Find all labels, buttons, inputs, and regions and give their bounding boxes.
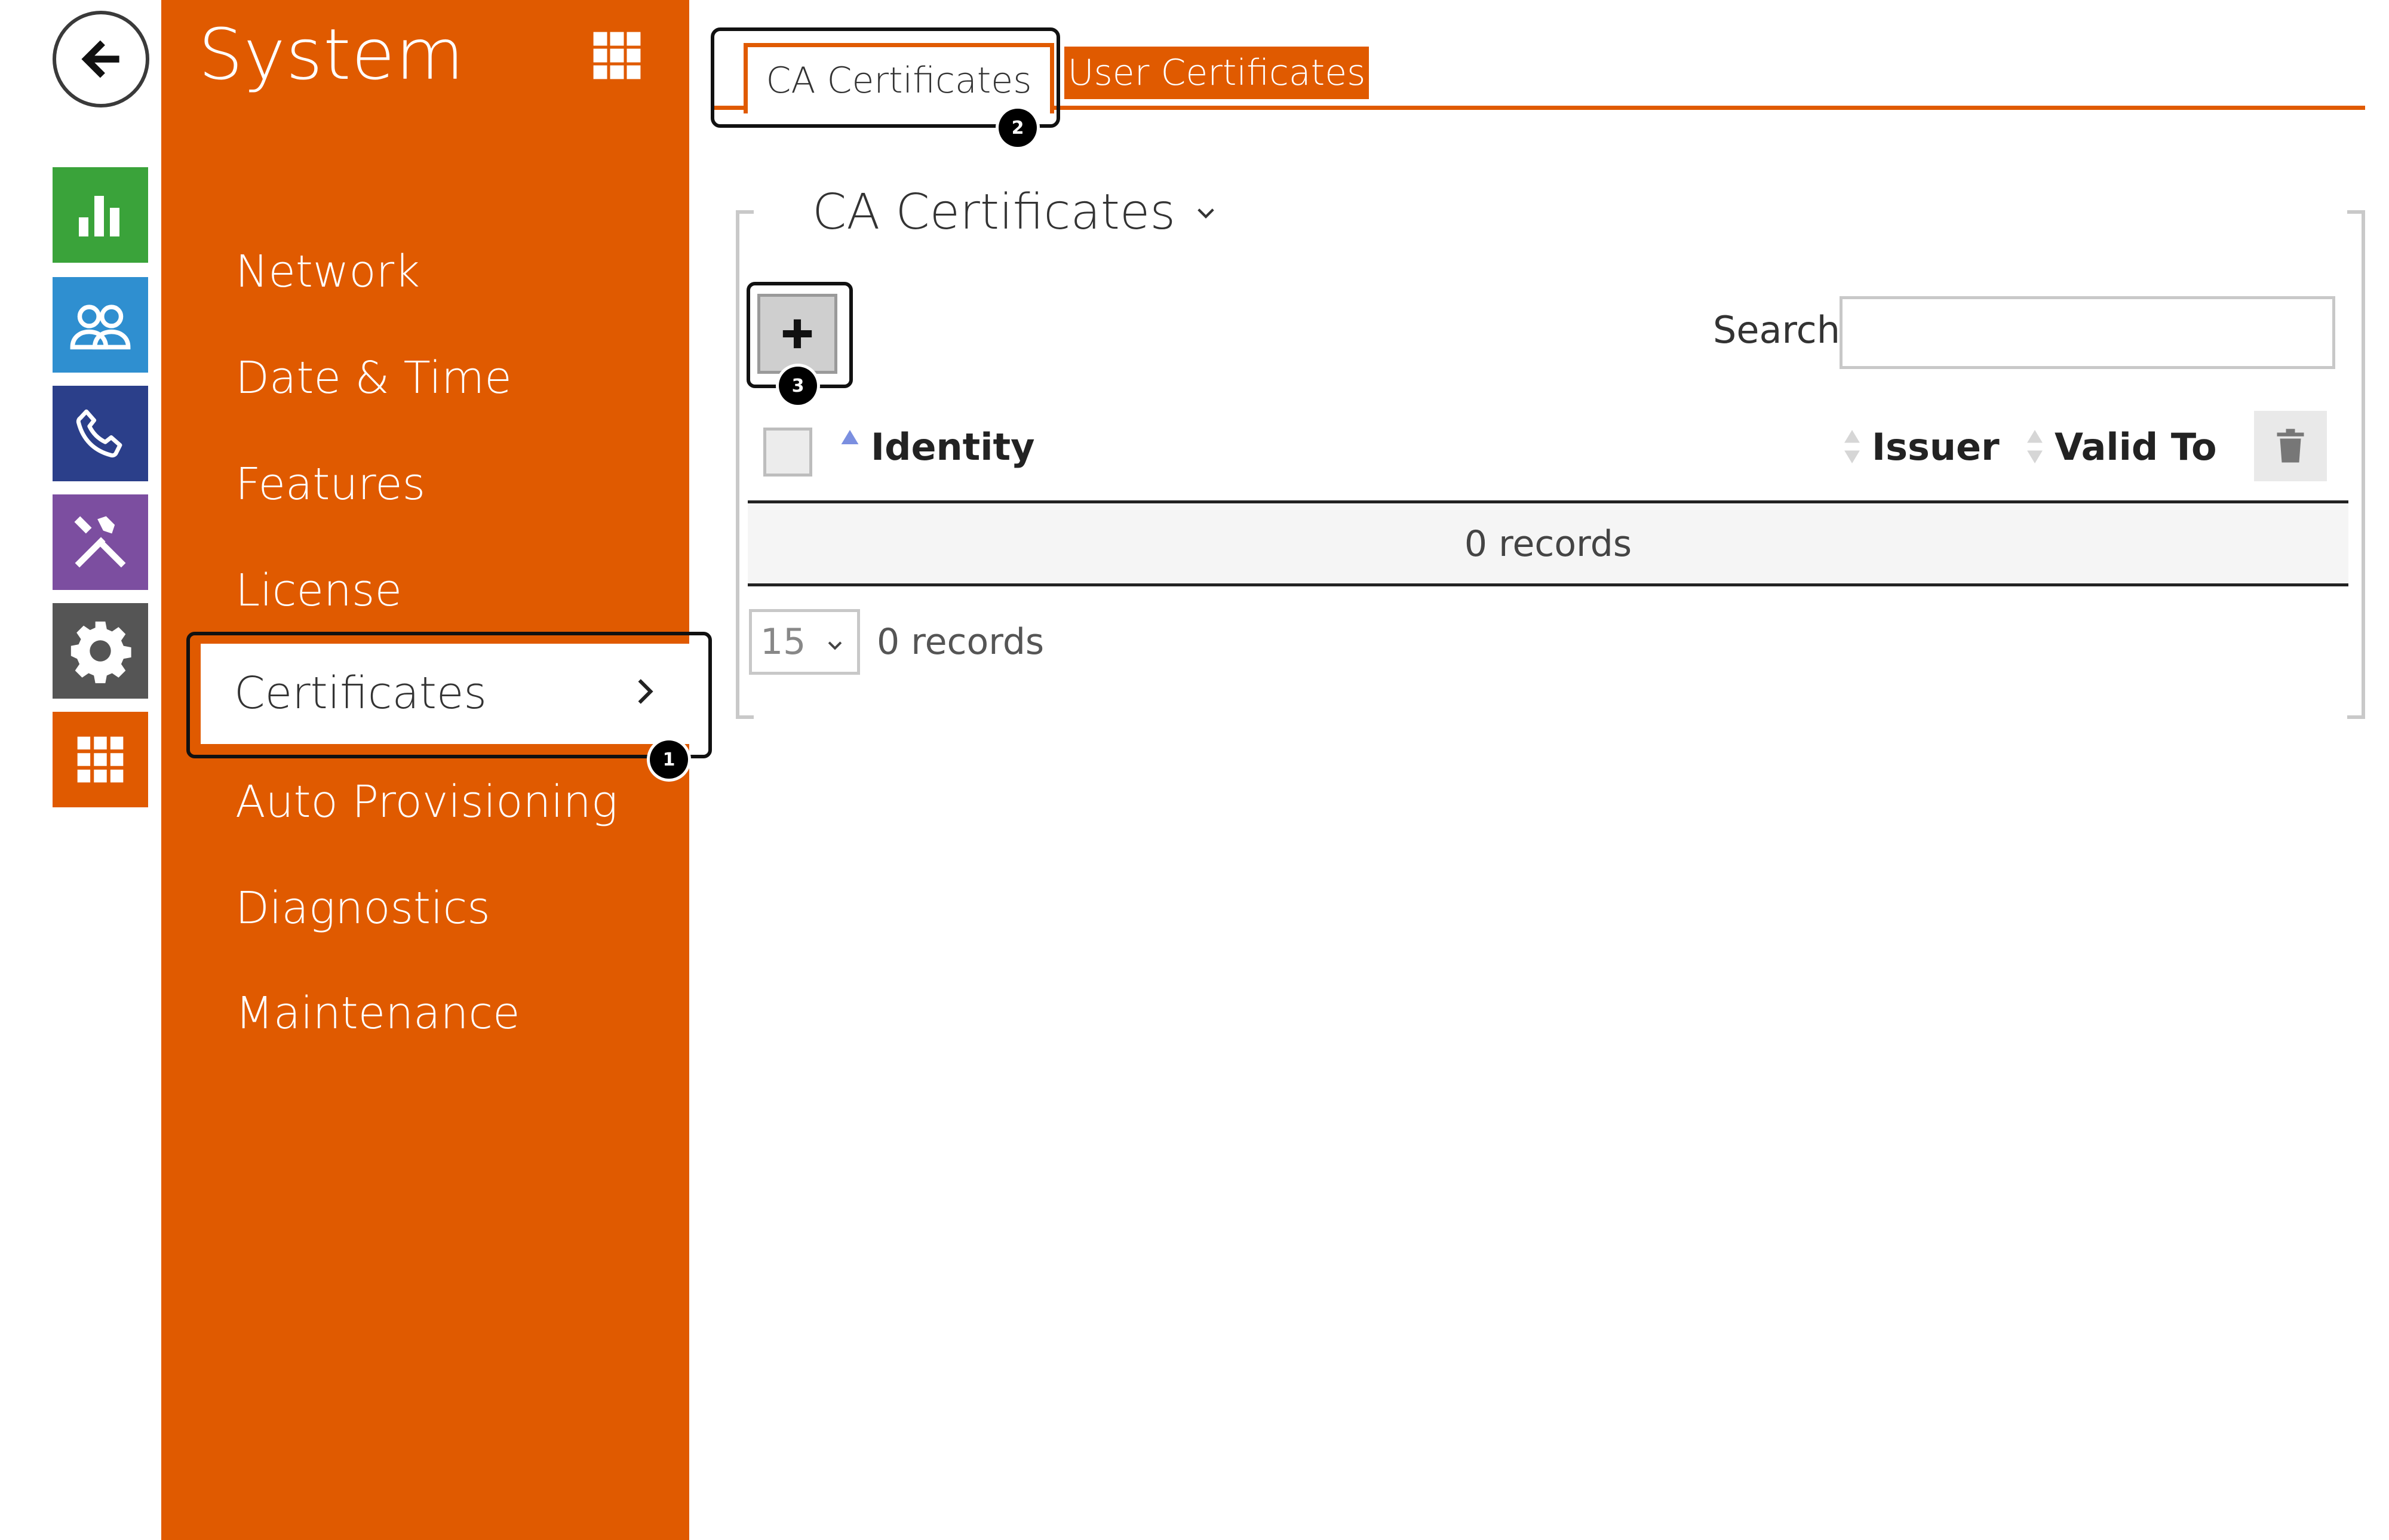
search-input[interactable]: [1840, 296, 2335, 369]
page-size-select[interactable]: 15: [749, 609, 860, 675]
page-size-value: 15: [760, 621, 806, 663]
sidebar-item-date-time[interactable]: Date & Time: [235, 352, 512, 404]
callout-marker-1: 1: [650, 740, 688, 779]
sidebar-item-network[interactable]: Network: [235, 246, 420, 297]
sidebar-item-maintenance[interactable]: Maintenance: [235, 988, 520, 1039]
column-header-valid-to[interactable]: Valid To: [2055, 425, 2217, 469]
column-header-issuer[interactable]: Issuer: [1872, 425, 2000, 469]
column-header-identity[interactable]: Identity: [871, 425, 1035, 469]
rail-system[interactable]: [53, 712, 148, 807]
rail-phone[interactable]: [53, 386, 148, 481]
users-icon: [70, 305, 131, 350]
table-bottom-rule: [748, 583, 2348, 586]
callout-marker-3: 3: [779, 367, 817, 405]
sidebar-item-features[interactable]: Features: [235, 459, 425, 510]
sort-icon: [2027, 430, 2043, 463]
chevron-down-icon: [1197, 208, 1214, 219]
bar-chart-icon: [79, 196, 119, 236]
phone-icon: [76, 409, 122, 458]
sidebar: System Network Date & Time Features Lice…: [161, 0, 689, 1540]
back-button[interactable]: [53, 11, 149, 107]
empty-table-row: 0 records: [748, 503, 2348, 585]
sort-asc-icon: [841, 430, 859, 444]
callout-marker-2: 2: [999, 109, 1037, 147]
sidebar-item-license[interactable]: License: [235, 565, 402, 616]
gear-icon: [70, 621, 131, 684]
rail-directory[interactable]: [53, 277, 148, 373]
trash-icon: [2277, 429, 2304, 463]
records-count: 0 records: [877, 621, 1045, 663]
callout-highlight: [186, 632, 712, 758]
grid-icon[interactable]: [591, 30, 643, 81]
arrow-left-icon: [81, 40, 119, 78]
grid-icon: [77, 736, 124, 783]
panel-title-label: CA Certificates: [812, 184, 1176, 241]
tools-icon: [74, 516, 126, 568]
sidebar-item-diagnostics[interactable]: Diagnostics: [235, 883, 490, 934]
delete-selected-button[interactable]: [2254, 411, 2327, 481]
rail-hardware[interactable]: [53, 494, 148, 590]
tab-user-certificates[interactable]: User Certificates: [1064, 47, 1369, 99]
search-label: Search: [1713, 308, 1841, 352]
sidebar-title: System: [198, 13, 465, 96]
sort-icon: [1844, 430, 1860, 463]
select-all-checkbox[interactable]: [763, 428, 812, 477]
chevron-down-icon: [828, 641, 842, 650]
rail-status[interactable]: [53, 167, 148, 263]
rail-services[interactable]: [53, 603, 148, 699]
panel-title[interactable]: CA Certificates: [812, 184, 1218, 241]
sidebar-item-auto-provisioning[interactable]: Auto Provisioning: [235, 776, 618, 828]
